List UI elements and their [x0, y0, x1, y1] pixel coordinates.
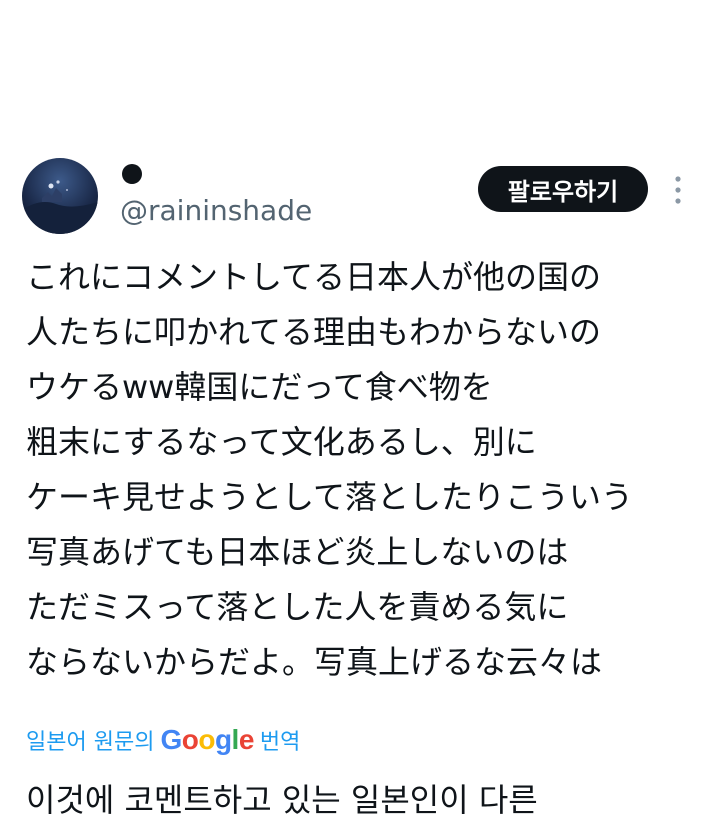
tweet-line: ウケるww韓国にだって食べ物を: [26, 368, 493, 406]
avatar-image: [22, 158, 98, 234]
tweet-line: これにコメントしてる日本人が他の国の: [26, 258, 602, 296]
tweet-line: ただミスって落とした人を責める気に: [26, 588, 569, 626]
tweet-text: これにコメントしてる日本人が他の国の 人たちに叩かれてる理由もわからないの ウケ…: [26, 250, 706, 690]
follow-button[interactable]: 팔로우하기: [478, 166, 648, 212]
user-handle[interactable]: @raininshade: [120, 193, 312, 229]
translated-text: 이것에 코멘트하고 있는 일본인이 다른: [26, 781, 538, 819]
tweet-line: 写真あげても日本ほど炎上しないのは: [26, 533, 569, 571]
translation-suffix: 번역: [259, 730, 301, 755]
tweet-line: 人たちに叩かれてる理由もわからないの: [26, 313, 602, 351]
tweet-line: ならないからだよ。写真上げるな云々は: [26, 643, 603, 681]
display-name-dot: [122, 164, 142, 184]
tweet-line: 粗末にするなって文化あるし、別に: [26, 423, 537, 461]
avatar[interactable]: [22, 158, 98, 234]
translation-attribution-link[interactable]: 일본어 원문의 Google 번역: [26, 720, 300, 760]
translation-prefix: 일본어 원문의: [26, 730, 155, 755]
more-vertical-icon[interactable]: [668, 172, 688, 208]
tweet-line: ケーキ見せようとして落としたりこういう: [26, 478, 634, 516]
google-logo: Google: [160, 724, 254, 755]
